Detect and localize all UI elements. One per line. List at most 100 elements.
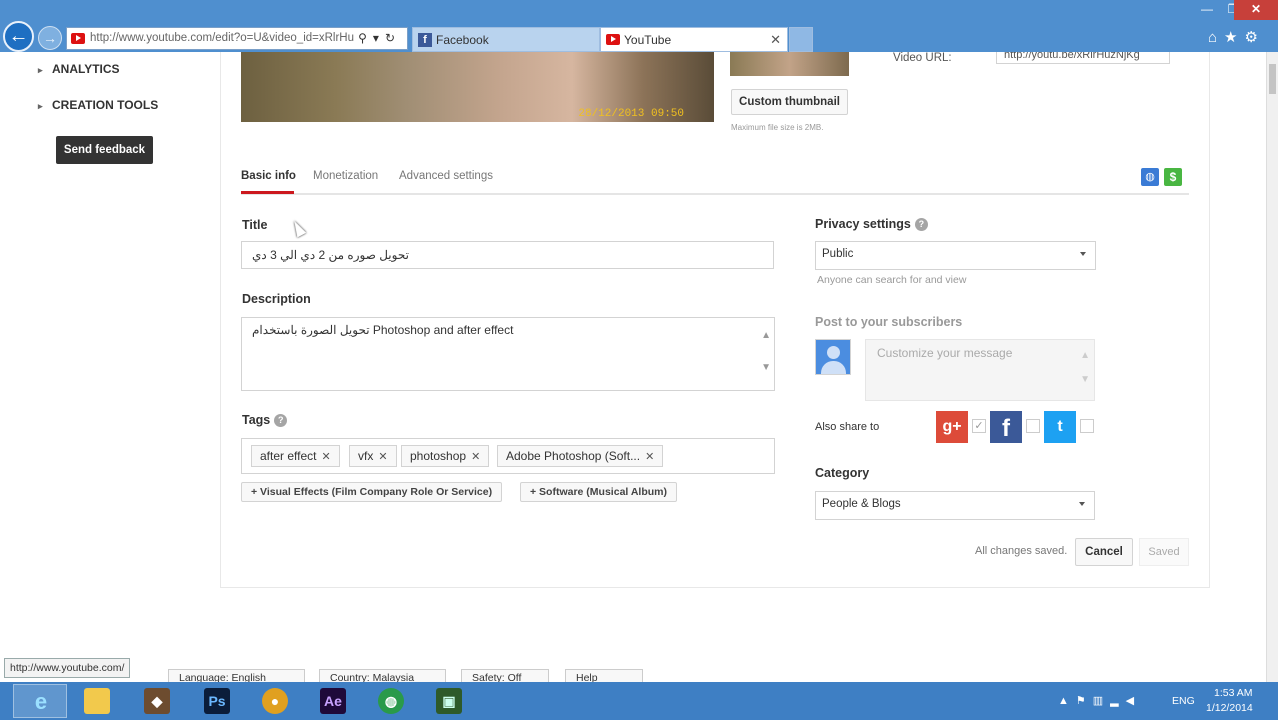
system-tray-icons[interactable]: ▲⚑▥▂◀ <box>1058 694 1141 707</box>
scroll-down-icon[interactable]: ▼ <box>761 362 771 373</box>
google-plus-checkbox[interactable]: ✓ <box>972 419 986 433</box>
browser-chrome: ← → http://www.youtube.com/edit?o=U&vide… <box>0 0 1278 52</box>
youtube-favicon-icon <box>71 33 85 44</box>
tags-label: Tags? <box>242 413 288 427</box>
thumbnail-option[interactable] <box>730 52 849 76</box>
help-icon[interactable]: ? <box>914 218 928 231</box>
category-select[interactable]: People & Blogs <box>815 491 1095 520</box>
title-input[interactable]: تحويل صوره من 2 دي الي 3 دي <box>241 241 774 269</box>
title-label: Title <box>242 218 268 232</box>
tab-label: Facebook <box>436 33 489 47</box>
close-tab-icon[interactable]: ✕ <box>770 32 781 48</box>
title-value: تحويل صوره من 2 دي الي 3 دي <box>252 248 409 262</box>
remove-tag-icon[interactable]: ✕ <box>471 451 480 463</box>
suggested-tag-button[interactable]: + Visual Effects (Film Company Role Or S… <box>241 482 503 502</box>
max-file-size-note: Maximum file size is 2MB. <box>731 123 824 132</box>
tag-chip[interactable]: Adobe Photoshop (Soft... ✕ <box>497 445 664 467</box>
facebook-icon[interactable]: f <box>990 411 1022 443</box>
after-effects-icon: Ae <box>320 688 346 714</box>
browser-tab-facebook[interactable]: f Facebook <box>412 27 600 52</box>
new-tab-button[interactable] <box>789 27 813 52</box>
tags-input[interactable]: after effect ✕ vfx ✕ photoshop ✕ Adobe Phot… <box>241 438 775 474</box>
help-icon[interactable]: ? <box>274 414 288 427</box>
save-status: All changes saved. <box>975 545 1068 557</box>
app-icon: ◆ <box>144 688 170 714</box>
language-indicator[interactable]: ENG <box>1172 695 1195 707</box>
avatar <box>815 339 851 375</box>
send-feedback-button[interactable]: Send feedback <box>56 136 153 164</box>
nav-label: CREATION TOOLS <box>52 98 159 112</box>
video-url-field[interactable]: http://youtu.be/xRlrHuzNjKg <box>996 52 1170 64</box>
custom-thumbnail-button[interactable]: Custom thumbnail <box>731 89 848 115</box>
taskbar-network[interactable]: ◍ <box>364 684 418 718</box>
status-bar-url: http://www.youtube.com/ <box>4 658 131 678</box>
taskbar-ie[interactable]: e <box>13 684 67 718</box>
taskbar-camtasia[interactable]: ▣ <box>422 684 476 718</box>
taskbar-photoshop[interactable]: Ps <box>190 684 244 718</box>
dollar-icon[interactable]: $ <box>1164 168 1182 186</box>
clock-date[interactable]: 1/12/2014 <box>1206 702 1253 714</box>
video-preview: 28/12/2013 09:50 <box>241 52 714 122</box>
privacy-select[interactable]: Public <box>815 241 1096 270</box>
active-tab-indicator <box>241 191 294 194</box>
photoshop-icon: Ps <box>204 688 230 714</box>
cancel-button[interactable]: Cancel <box>1075 538 1133 566</box>
back-button[interactable]: ← <box>3 21 34 52</box>
browser-tab-youtube[interactable]: YouTube ✕ <box>600 27 788 52</box>
taskbar: e ◆ Ps ● Ae ◍ ▣ ▲⚑▥▂◀ ENG 1:53 AM 1/12/2… <box>0 682 1278 720</box>
chrome-icon: ● <box>262 688 288 714</box>
tag-chip[interactable]: photoshop ✕ <box>401 445 490 467</box>
address-bar[interactable]: http://www.youtube.com/edit?o=U&video_id… <box>66 27 408 50</box>
forward-button[interactable]: → <box>38 26 62 50</box>
folder-icon <box>84 688 110 714</box>
tab-basic-info[interactable]: Basic info <box>241 170 296 182</box>
scroll-up-icon[interactable]: ▲ <box>761 330 771 341</box>
tag-label: after effect <box>260 449 317 463</box>
twitter-icon[interactable]: t <box>1044 411 1076 443</box>
chevron-down-icon <box>1080 252 1086 256</box>
close-window-button[interactable]: ✕ <box>1234 0 1278 20</box>
globe-icon[interactable]: ◍ <box>1141 168 1159 186</box>
nav-item-creation-tools[interactable]: ▸ CREATION TOOLS <box>38 98 158 112</box>
twitter-checkbox[interactable] <box>1080 419 1094 433</box>
privacy-value: Public <box>822 248 854 260</box>
edit-tabs: Basic info Monetization Advanced setting… <box>241 162 1189 195</box>
minimize-button[interactable]: — <box>1194 0 1220 20</box>
tag-label: vfx <box>358 449 374 463</box>
taskbar-app[interactable]: ◆ <box>130 684 184 718</box>
category-value: People & Blogs <box>822 498 901 510</box>
taskbar-after-effects[interactable]: Ae <box>306 684 360 718</box>
customize-message-input[interactable]: Customize your message ▲ ▼ <box>865 339 1095 401</box>
clock-time[interactable]: 1:53 AM <box>1214 687 1253 699</box>
tab-monetization[interactable]: Monetization <box>313 170 378 182</box>
nav-item-analytics[interactable]: ▸ ANALYTICS <box>38 62 120 76</box>
address-tools-icon[interactable]: ⚲▾↻ <box>358 31 401 45</box>
description-value: تحويل الصورة باستخدام Photoshop and afte… <box>252 323 514 337</box>
remove-tag-icon[interactable]: ✕ <box>321 451 330 463</box>
page-scrollbar[interactable] <box>1266 52 1278 682</box>
facebook-checkbox[interactable] <box>1026 419 1040 433</box>
scroll-up-icon: ▲ <box>1080 350 1090 361</box>
also-share-label: Also share to <box>815 421 880 433</box>
home-favorites-settings-icon[interactable]: ⌂★⚙ <box>1208 28 1265 46</box>
remove-tag-icon[interactable]: ✕ <box>378 451 387 463</box>
suggested-tag-button[interactable]: + Software (Musical Album) <box>520 482 678 502</box>
customize-placeholder: Customize your message <box>877 346 1013 360</box>
tag-label: photoshop <box>410 449 467 463</box>
tags-label-text: Tags <box>242 413 271 427</box>
taskbar-explorer[interactable] <box>70 684 124 718</box>
privacy-label: Privacy settings? <box>815 217 928 231</box>
video-timestamp: 28/12/2013 09:50 <box>578 108 684 120</box>
globe-icon: ◍ <box>378 688 404 714</box>
remove-tag-icon[interactable]: ✕ <box>645 451 654 463</box>
tag-chip[interactable]: vfx ✕ <box>349 445 397 467</box>
tag-chip[interactable]: after effect ✕ <box>251 445 340 467</box>
description-input[interactable]: تحويل الصورة باستخدام Photoshop and afte… <box>241 317 775 391</box>
google-plus-icon[interactable]: g+ <box>936 411 968 443</box>
bullet-icon: ▸ <box>38 101 43 111</box>
taskbar-chrome[interactable]: ● <box>248 684 302 718</box>
address-url: http://www.youtube.com/edit?o=U&video_id… <box>90 32 355 44</box>
scrollbar-thumb[interactable] <box>1269 64 1276 94</box>
tab-advanced-settings[interactable]: Advanced settings <box>399 170 493 182</box>
nav-label: ANALYTICS <box>52 62 120 76</box>
